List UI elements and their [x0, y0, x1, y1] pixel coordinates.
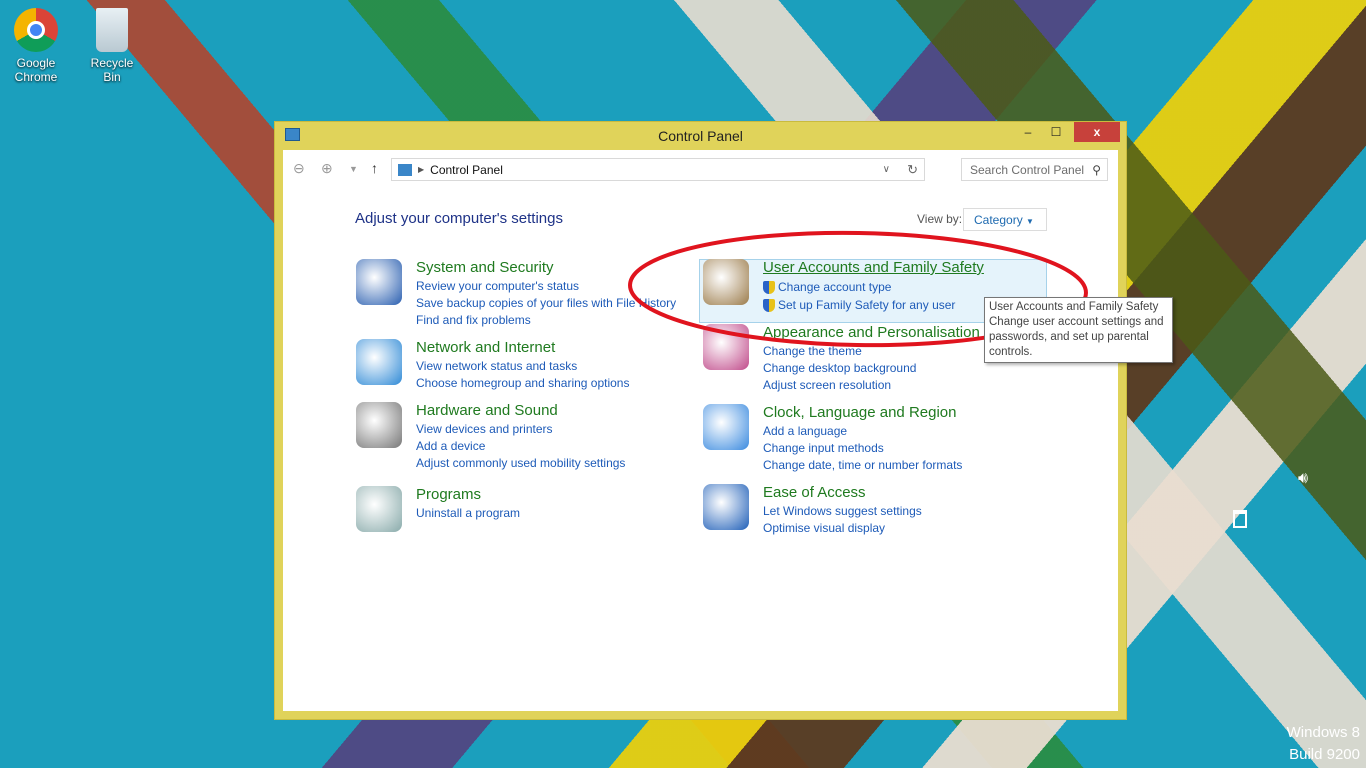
volume-icon: 🔊︎	[1298, 470, 1309, 487]
windows-version: Windows 8	[1286, 724, 1360, 741]
tooltip-title: User Accounts and Family Safety	[989, 301, 1159, 313]
red-annotation-ellipse	[628, 230, 1088, 348]
trash-icon	[1233, 510, 1247, 528]
build-number: Build 9200	[1289, 746, 1360, 763]
tooltip-body: Change user account settings and passwor…	[989, 316, 1164, 358]
tooltip: User Accounts and Family Safety Change u…	[984, 297, 1173, 363]
